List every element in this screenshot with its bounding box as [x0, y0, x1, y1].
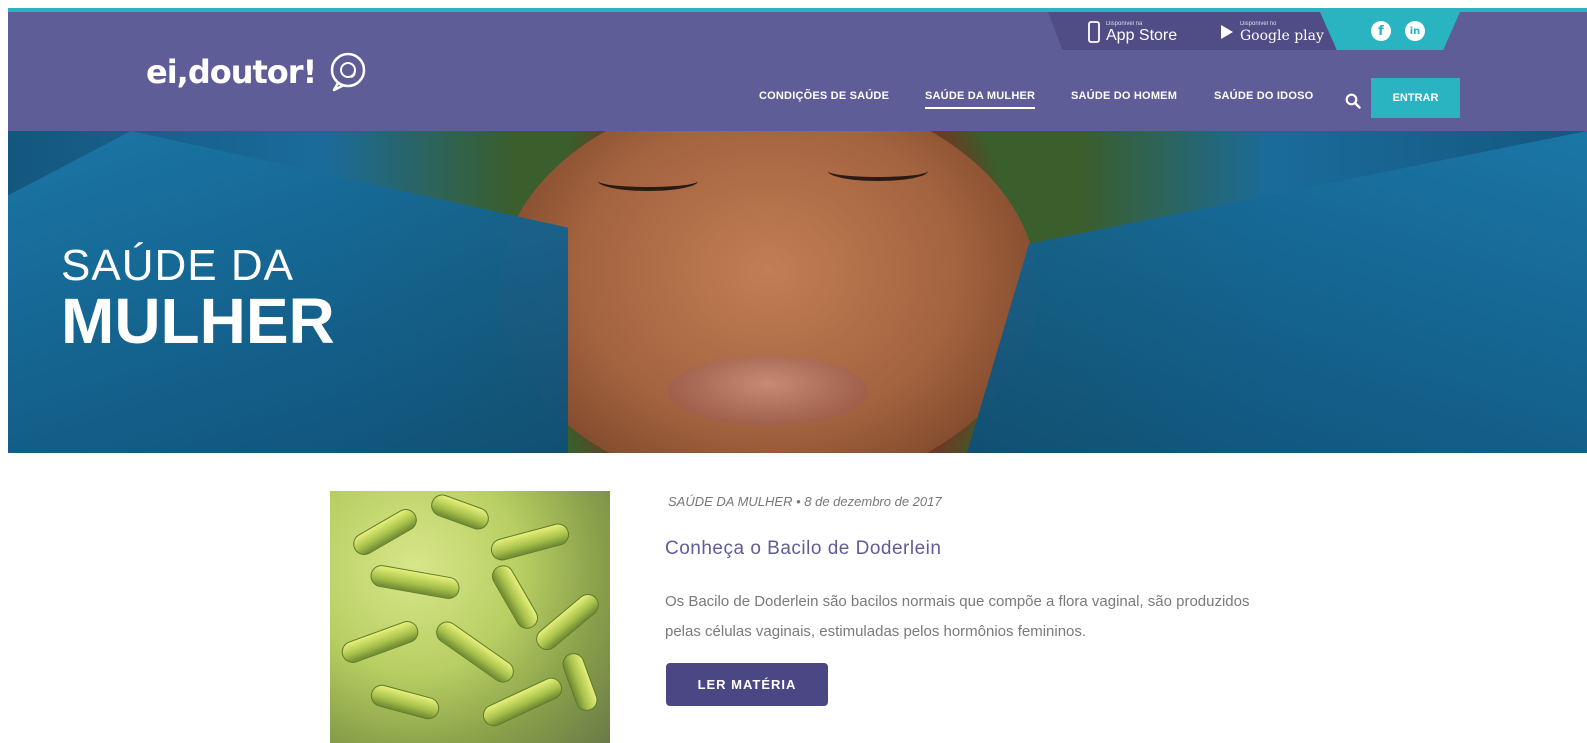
hero-lips: [668, 356, 868, 426]
bacillus-shape: [368, 563, 462, 601]
bacillus-shape: [531, 589, 604, 655]
facebook-icon[interactable]: f: [1371, 21, 1391, 41]
article-thumbnail[interactable]: [330, 491, 610, 743]
logo-text: ei,doutor!: [146, 53, 317, 91]
bacillus-shape: [368, 682, 442, 722]
nav-item-saude-mulher[interactable]: SAÚDE DA MULHER: [925, 90, 1036, 109]
hero-title: SAÚDE DA MULHER: [61, 241, 335, 357]
bacillus-shape: [428, 491, 492, 533]
article-meta: SAÚDE DA MULHER • 8 de dezembro de 2017: [668, 494, 942, 509]
page: ei,doutor! Disponível na App Store Dispo…: [0, 0, 1587, 743]
bacillus-shape: [349, 504, 421, 560]
app-store-label: App Store: [1106, 26, 1178, 44]
google-play-button[interactable]: Disponível no Google play: [1220, 18, 1324, 46]
article-excerpt: Os Bacilo de Doderlein são bacilos norma…: [665, 593, 1250, 640]
bacillus-shape: [431, 617, 519, 687]
nav-item-saude-homem[interactable]: SAÚDE DO HOMEM: [1071, 90, 1177, 102]
app-store-button[interactable]: Disponível na App Store: [1088, 18, 1177, 46]
hero-title-line2: MULHER: [61, 285, 335, 357]
hero-sleeve-right: [967, 131, 1587, 453]
bacillus-shape: [487, 561, 543, 633]
hero-eye-right: [828, 161, 928, 181]
bacillus-shape: [338, 617, 422, 667]
hero-title-line1: SAÚDE DA: [61, 241, 294, 290]
google-play-small-label: Disponível no: [1240, 20, 1277, 27]
phone-icon: [1088, 21, 1100, 43]
hero-banner: SAÚDE DA MULHER: [8, 131, 1587, 453]
login-button[interactable]: ENTRAR: [1371, 78, 1460, 118]
bacillus-shape: [488, 521, 572, 563]
hero-eye-left: [598, 171, 698, 191]
google-play-label: Google play: [1240, 27, 1324, 44]
search-icon[interactable]: [1345, 93, 1361, 109]
bacillus-shape: [479, 674, 566, 730]
logo[interactable]: ei,doutor!: [146, 48, 370, 96]
nav-item-saude-idoso[interactable]: SAÚDE DO IDOSO: [1214, 90, 1313, 102]
app-store-small-label: Disponível na: [1106, 20, 1143, 27]
chat-bubble-icon: [326, 50, 370, 94]
article-title[interactable]: Conheça o Bacilo de Doderlein: [665, 538, 941, 560]
nav-item-condicoes[interactable]: CONDIÇÕES DE SAÚDE: [759, 90, 889, 102]
bacillus-shape: [559, 650, 601, 714]
site-header: ei,doutor! Disponível na App Store Dispo…: [8, 12, 1587, 131]
linkedin-icon[interactable]: in: [1405, 21, 1425, 41]
read-article-button[interactable]: LER MATÉRIA: [666, 663, 828, 706]
play-icon: [1221, 25, 1233, 39]
